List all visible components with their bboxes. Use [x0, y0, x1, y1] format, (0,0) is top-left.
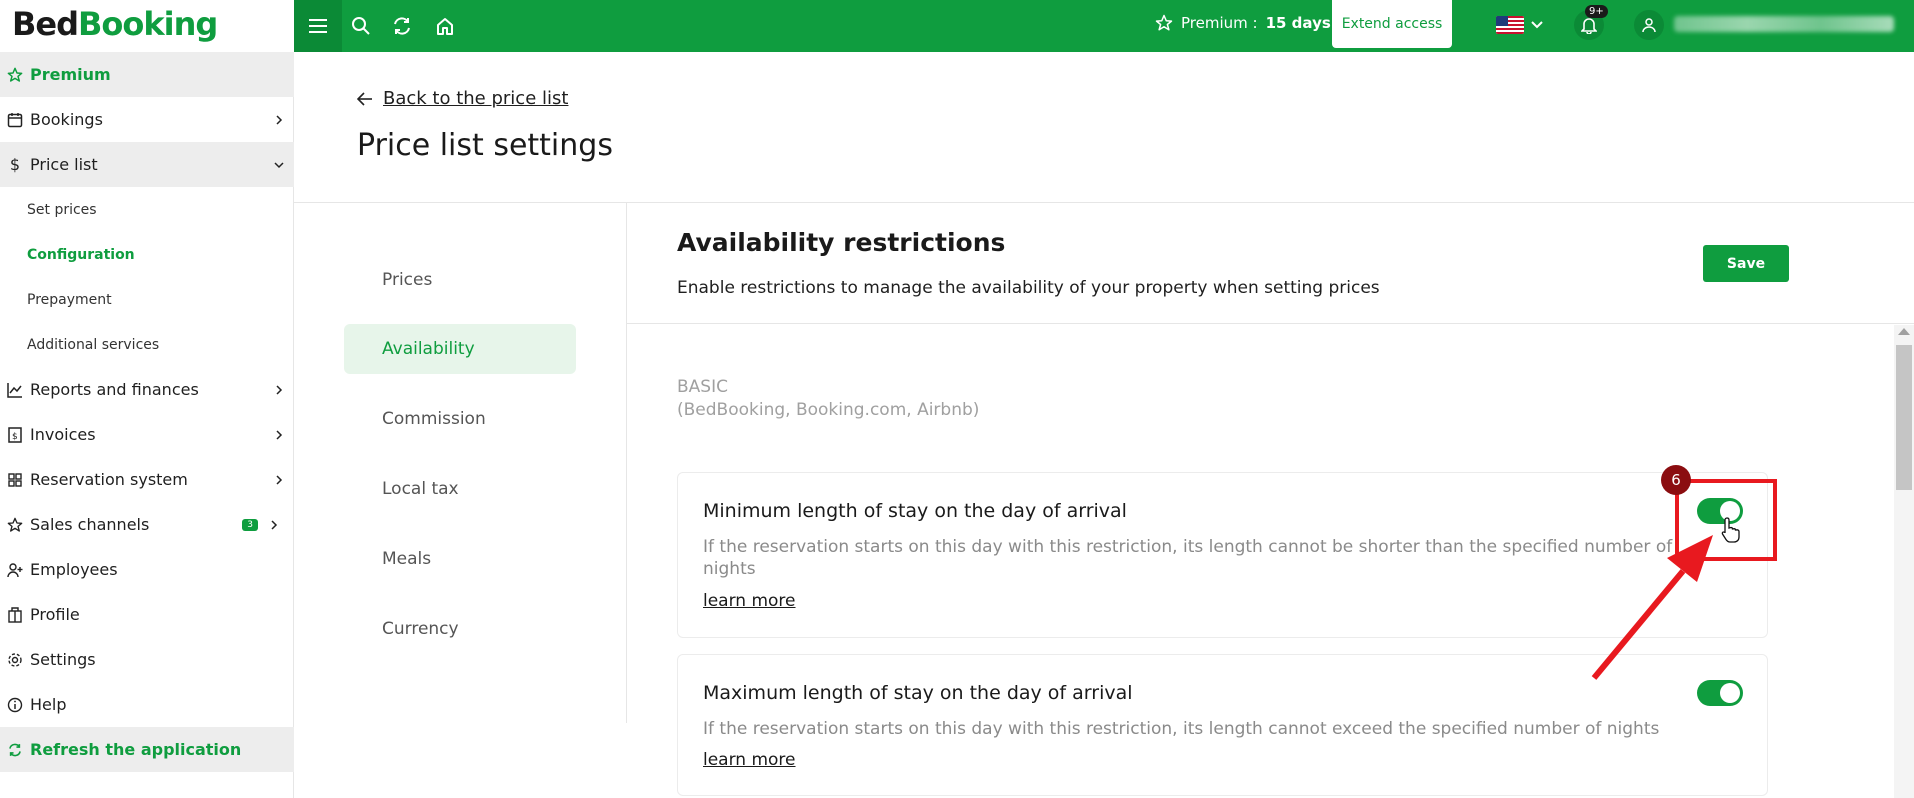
sidebar-item-bookings[interactable]: Bookings	[0, 97, 294, 142]
gear-icon	[0, 652, 30, 668]
page-title: Price list settings	[357, 128, 613, 163]
content-divider	[627, 323, 1914, 324]
chevron-down-icon[interactable]	[1530, 16, 1544, 38]
premium-label: Premium :	[1181, 14, 1258, 32]
premium-days: 15 days	[1265, 14, 1331, 32]
refresh-button[interactable]	[388, 12, 416, 40]
settings-nav-availability[interactable]: Availability	[344, 324, 576, 374]
building-icon	[0, 606, 30, 623]
settings-nav-local-tax[interactable]: Local tax	[344, 464, 576, 514]
card-description-line2: nights	[703, 559, 756, 579]
sidebar-item-price-list[interactable]: $ Price list	[0, 142, 294, 187]
save-button[interactable]: Save	[1703, 245, 1789, 282]
chevron-right-icon	[264, 429, 294, 441]
sidebar-item-sales-channels[interactable]: Sales channels 3	[0, 502, 294, 547]
sidebar-item-invoices[interactable]: $ Invoices	[0, 412, 294, 457]
settings-nav-currency[interactable]: Currency	[344, 604, 576, 654]
menu-button[interactable]	[294, 0, 342, 52]
section-title: Availability restrictions	[677, 228, 1006, 257]
scrollbar-thumb[interactable]	[1896, 345, 1912, 490]
settings-nav-divider	[626, 203, 627, 723]
sidebar-item-help[interactable]: Help	[0, 682, 294, 727]
chevron-right-icon	[264, 114, 294, 126]
svg-text:$: $	[12, 432, 18, 442]
back-to-price-list-link[interactable]: Back to the price list	[357, 88, 568, 109]
user-email-blurred[interactable]	[1674, 16, 1894, 32]
sidebar-subitem-prepayment[interactable]: Prepayment	[27, 277, 112, 322]
settings-nav-prices[interactable]: Prices	[344, 255, 576, 305]
chevron-down-icon	[264, 160, 294, 170]
star-icon	[0, 517, 30, 533]
dollar-icon: $	[9, 155, 21, 174]
group-title-line2: (BedBooking, Booking.com, Airbnb)	[677, 400, 980, 420]
chevron-right-icon	[264, 519, 284, 531]
scroll-up-arrow-icon[interactable]	[1898, 328, 1910, 335]
grid-icon	[0, 472, 30, 487]
home-button[interactable]	[431, 12, 459, 40]
learn-more-link[interactable]: learn more	[703, 591, 796, 611]
refresh-icon	[394, 17, 410, 35]
sidebar-item-settings[interactable]: Settings	[0, 637, 294, 682]
home-icon	[437, 18, 453, 35]
sidebar-item-profile[interactable]: Profile	[0, 592, 294, 637]
bell-icon	[1581, 18, 1597, 34]
card-title: Maximum length of stay on the day of arr…	[703, 682, 1133, 704]
card-description-line1: If the reservation starts on this day wi…	[703, 537, 1673, 557]
refresh-icon	[0, 742, 30, 758]
sales-channels-badge: 3	[242, 518, 258, 531]
arrow-left-icon	[357, 91, 372, 106]
logo-area: BedBooking	[0, 0, 294, 52]
chevron-right-icon	[264, 474, 294, 486]
hamburger-icon	[309, 19, 327, 33]
learn-more-link[interactable]: learn more	[703, 750, 796, 770]
settings-nav-commission[interactable]: Commission	[344, 394, 576, 444]
user-avatar[interactable]	[1634, 10, 1664, 40]
star-icon	[1155, 14, 1173, 31]
header-divider	[294, 202, 1914, 203]
sidebar-item-refresh[interactable]: Refresh the application	[0, 727, 294, 772]
sidebar-item-premium[interactable]: Premium	[0, 52, 294, 97]
chevron-right-icon	[264, 384, 294, 396]
section-description: Enable restrictions to manage the availa…	[677, 278, 1380, 298]
card-description: If the reservation starts on this day wi…	[703, 536, 1672, 580]
search-button[interactable]	[347, 12, 375, 40]
settings-nav-meals[interactable]: Meals	[344, 534, 576, 584]
sidebar-subitem-additional-services[interactable]: Additional services	[27, 322, 159, 367]
annotation-step-badge: 6	[1661, 465, 1691, 495]
chart-icon	[0, 382, 30, 398]
language-flag-icon[interactable]	[1496, 16, 1524, 34]
sidebar-item-employees[interactable]: Employees	[0, 547, 294, 592]
user-add-icon	[0, 562, 30, 578]
annotation-arrow-icon	[1591, 535, 1713, 680]
app-logo[interactable]: BedBooking	[12, 5, 218, 43]
info-icon	[0, 697, 30, 713]
search-icon	[352, 17, 370, 35]
user-icon	[1642, 18, 1656, 33]
sidebar-subitem-configuration[interactable]: Configuration	[27, 232, 135, 277]
group-title-line1: BASIC	[677, 377, 728, 397]
invoice-icon: $	[0, 426, 30, 443]
card-description: If the reservation starts on this day wi…	[703, 719, 1660, 739]
card-title: Minimum length of stay on the day of arr…	[703, 500, 1127, 522]
sidebar-item-reservation-system[interactable]: Reservation system	[0, 457, 294, 502]
group-title: BASIC (BedBooking, Booking.com, Airbnb)	[677, 376, 979, 422]
extend-access-button[interactable]: Extend access	[1332, 0, 1452, 48]
sidebar-item-reports[interactable]: Reports and finances	[0, 367, 294, 412]
premium-status: Premium : 15 days	[1155, 14, 1331, 32]
sidebar-subitem-set-prices[interactable]: Set prices	[27, 187, 97, 232]
notification-count-badge: 9+	[1585, 5, 1608, 18]
calendar-icon	[0, 112, 30, 128]
hand-cursor-icon	[1721, 517, 1740, 543]
star-icon	[0, 67, 30, 83]
